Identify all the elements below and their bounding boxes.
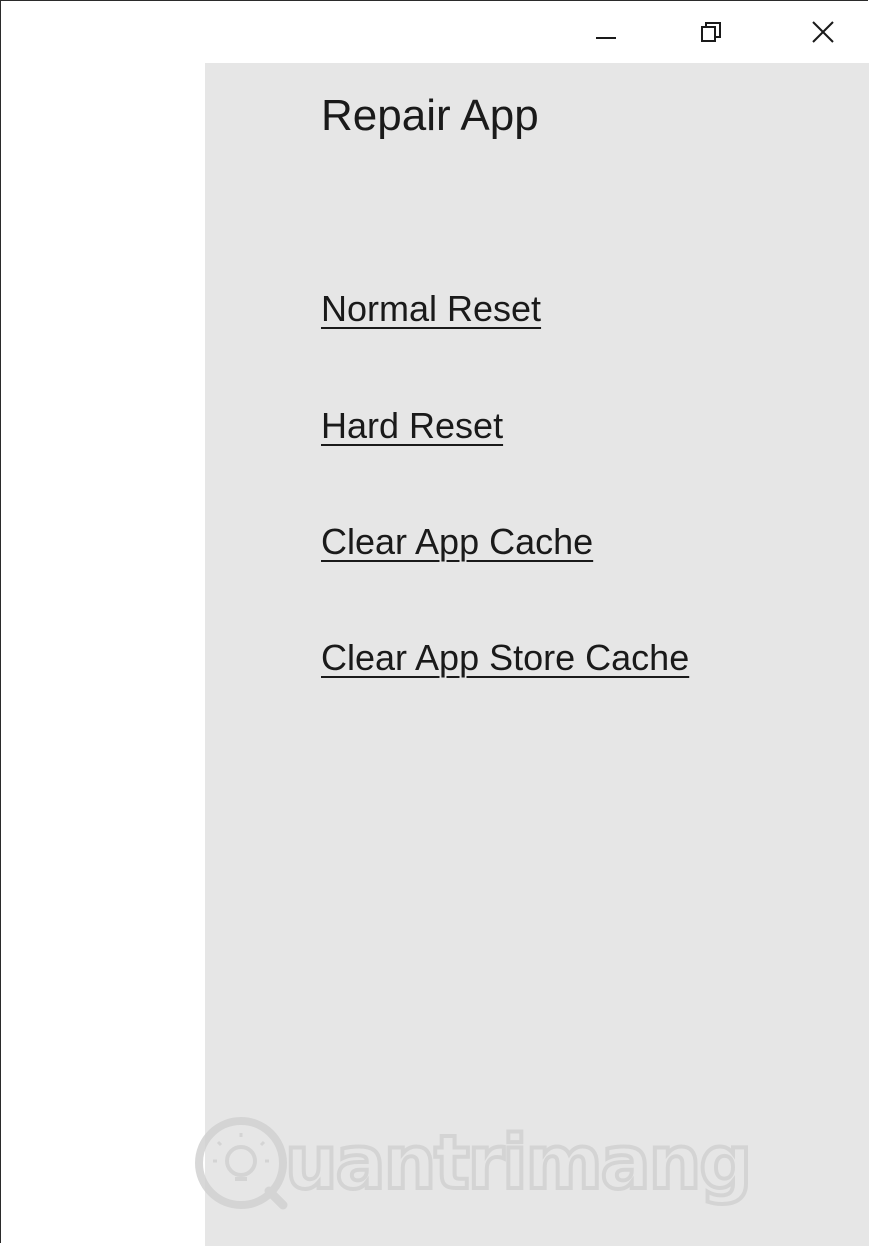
- watermark: uantrimang: [191, 1113, 754, 1213]
- app-window: Repair App Normal Reset Hard Reset Clear…: [0, 0, 869, 1246]
- clear-app-cache-link[interactable]: Clear App Cache: [321, 521, 593, 563]
- close-icon: [812, 21, 834, 43]
- hard-reset-link[interactable]: Hard Reset: [321, 405, 503, 447]
- minimize-icon: [596, 37, 616, 39]
- page-title: Repair App: [321, 91, 539, 140]
- minimize-button[interactable]: [576, 1, 636, 63]
- restore-button[interactable]: [681, 1, 741, 63]
- content-pane: Repair App Normal Reset Hard Reset Clear…: [195, 63, 869, 1246]
- close-button[interactable]: [793, 1, 853, 63]
- lightbulb-icon: [195, 1117, 288, 1210]
- restore-icon: [701, 22, 721, 42]
- watermark-text: uantrimang: [283, 1118, 754, 1208]
- normal-reset-link[interactable]: Normal Reset: [321, 288, 541, 330]
- title-bar[interactable]: [1, 1, 868, 63]
- clear-app-store-cache-link[interactable]: Clear App Store Cache: [321, 637, 689, 679]
